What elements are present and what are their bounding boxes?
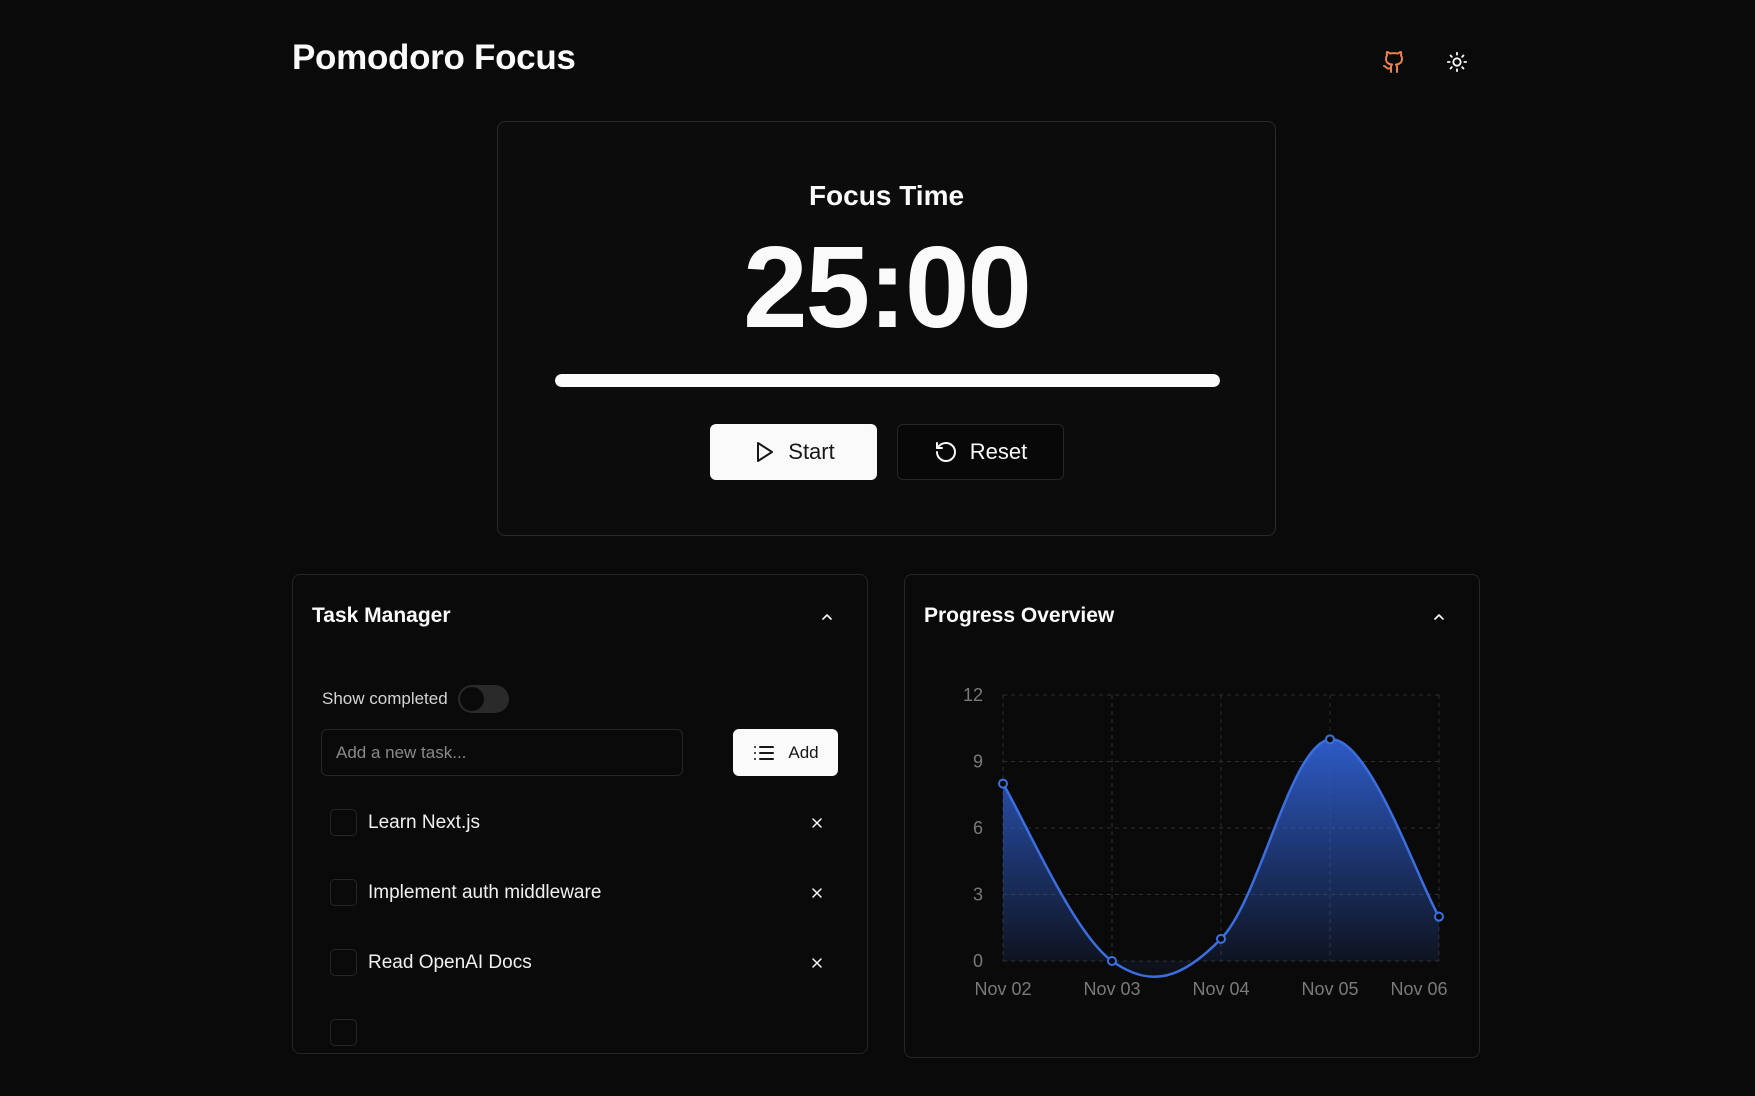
close-icon xyxy=(811,887,822,898)
sun-icon xyxy=(1446,51,1468,73)
task-text: Read OpenAI Docs xyxy=(368,952,532,973)
task-text: Implement auth middleware xyxy=(368,882,602,903)
new-task-input[interactable] xyxy=(321,729,683,776)
timer-display: 25:00 xyxy=(743,222,1032,352)
task-item xyxy=(330,1019,830,1053)
task-manager-panel: Task Manager Show completed Add Learn Ne… xyxy=(292,574,868,1054)
task-checkbox[interactable] xyxy=(330,1019,357,1046)
task-text: Learn Next.js xyxy=(368,812,480,833)
start-label: Start xyxy=(788,439,835,464)
task-checkbox[interactable] xyxy=(330,879,357,906)
y-tick-label: 9 xyxy=(973,752,983,772)
data-point xyxy=(1107,956,1117,966)
task-checkbox[interactable] xyxy=(330,949,357,976)
progress-chart: 0 3 6 9 12 Nov 02 Nov 03 Nov 04 Nov 05 Nov 06 xyxy=(963,685,1448,999)
github-icon xyxy=(1383,51,1404,73)
play-icon xyxy=(757,442,774,462)
data-point xyxy=(1325,734,1335,745)
delete-task-button[interactable] xyxy=(803,879,830,906)
timer-progress-bar xyxy=(555,374,1220,387)
reset-label: Reset xyxy=(969,439,1028,464)
task-checkbox[interactable] xyxy=(330,809,357,836)
data-point xyxy=(1216,933,1226,944)
rotate-ccw-icon xyxy=(935,442,956,462)
add-task-button[interactable]: Add xyxy=(733,729,838,776)
toggle-knob xyxy=(459,687,484,711)
show-completed-label: Show completed xyxy=(322,689,448,708)
y-tick-label: 6 xyxy=(973,818,983,838)
delete-task-button[interactable] xyxy=(803,949,830,976)
delete-task-button[interactable] xyxy=(803,809,830,836)
start-button[interactable]: Start xyxy=(710,424,877,480)
close-icon xyxy=(811,817,822,828)
timer-progress-fill xyxy=(555,374,1220,387)
github-button[interactable] xyxy=(1374,42,1414,82)
data-point xyxy=(1434,911,1444,922)
close-icon xyxy=(811,957,822,968)
task-item: Implement auth middleware xyxy=(330,879,830,949)
timer-mode-label: Focus Time xyxy=(808,180,965,211)
show-completed-row: Show completed xyxy=(322,685,509,713)
x-tick-label: Nov 04 xyxy=(1192,979,1249,999)
x-tick-label: Nov 05 xyxy=(1301,979,1358,999)
y-tick-label: 3 xyxy=(973,885,983,905)
task-list: Learn Next.js Implement auth middleware … xyxy=(330,809,830,1053)
y-tick-label: 0 xyxy=(973,951,983,971)
chevron-up-icon xyxy=(822,614,832,620)
task-manager-collapse-button[interactable] xyxy=(813,603,841,631)
theme-toggle-button[interactable] xyxy=(1437,42,1477,82)
app-title: Pomodoro Focus xyxy=(292,38,576,77)
show-completed-toggle[interactable] xyxy=(457,685,509,713)
task-item: Read OpenAI Docs xyxy=(330,949,830,1019)
x-tick-label: Nov 03 xyxy=(1083,979,1140,999)
timer-card: Focus Time 25:00 Start Reset xyxy=(497,121,1276,536)
add-label: Add xyxy=(788,742,819,762)
progress-overview-panel: Progress Overview 0 3 6 9 12 Nov 02 Nov 03 Nov … xyxy=(904,574,1480,1058)
task-item: Learn Next.js xyxy=(330,809,830,879)
task-manager-title: Task Manager xyxy=(312,604,451,627)
x-tick-label: Nov 02 xyxy=(974,979,1031,999)
x-tick-label: Nov 06 xyxy=(1390,979,1447,999)
list-icon xyxy=(754,745,775,760)
y-tick-label: 12 xyxy=(963,685,983,705)
data-point xyxy=(998,778,1008,789)
reset-button[interactable]: Reset xyxy=(897,424,1064,480)
